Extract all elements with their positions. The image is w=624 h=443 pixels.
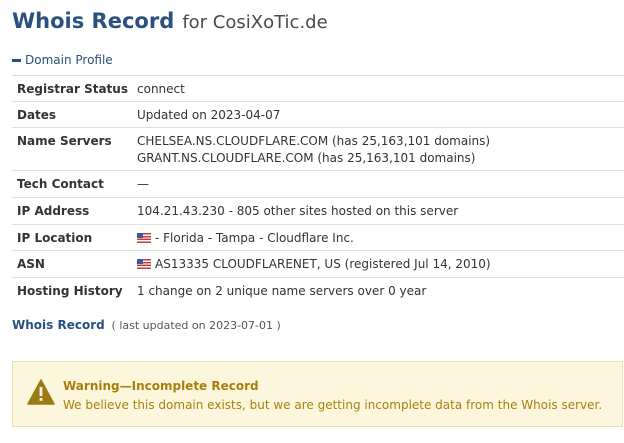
us-flag-icon: [137, 259, 151, 269]
page-title-main: Whois Record: [12, 9, 175, 33]
hosting-history-link[interactable]: 1 change on 2 unique name servers over 0…: [137, 284, 426, 298]
row-label: Registrar Status: [17, 82, 128, 96]
domain-profile-label: Domain Profile: [25, 53, 113, 67]
row-registrar-status: Registrar Status connect: [12, 75, 624, 102]
row-name-servers: Name Servers CHELSEA.NS.CLOUDFLARE.COM (…: [12, 127, 624, 171]
ip-location-text: - Florida - Tampa - Cloudflare Inc.: [155, 231, 354, 245]
row-ip-location: IP Location - Florida - Tampa - Cloudfla…: [12, 224, 624, 251]
ip-address-link[interactable]: 104.21.43.230 - 805 other sites hosted o…: [137, 204, 458, 218]
row-label: ASN: [17, 257, 45, 271]
row-asn: ASN AS13335 CLOUDFLARENET, US (registere…: [12, 250, 624, 278]
row-label: Name Servers: [17, 134, 112, 148]
row-value: CHELSEA.NS.CLOUDFLARE.COM (has 25,163,10…: [137, 133, 490, 167]
row-label: Dates: [17, 108, 57, 122]
row-value: - Florida - Tampa - Cloudflare Inc.: [137, 231, 354, 245]
warning-title: Warning—Incomplete Record: [63, 379, 259, 393]
page-title-domain: for CosiXoTic.de: [182, 12, 328, 33]
row-value: AS13335 CLOUDFLARENET, US (registered Ju…: [137, 257, 491, 271]
row-label: Hosting History: [17, 284, 123, 298]
row-label: IP Address: [17, 204, 90, 218]
row-value: —: [137, 177, 149, 191]
warning-triangle-icon: [27, 379, 55, 405]
whois-record-footer: Whois Record ( last updated on 2023-07-0…: [12, 318, 281, 332]
whois-last-updated: ( last updated on 2023-07-01 ): [111, 319, 281, 332]
row-value: Updated on 2023-04-07: [137, 108, 281, 122]
name-server-1-link[interactable]: CHELSEA.NS.CLOUDFLARE.COM (has 25,163,10…: [137, 133, 490, 150]
warning-box: Warning—Incomplete Record We believe thi…: [12, 361, 623, 427]
row-label: Tech Contact: [17, 177, 104, 191]
row-ip-address: IP Address 104.21.43.230 - 805 other sit…: [12, 197, 624, 225]
warning-message: We believe this domain exists, but we ar…: [63, 398, 603, 412]
domain-profile-toggle[interactable]: Domain Profile: [12, 53, 113, 67]
us-flag-icon: [137, 233, 151, 243]
row-label: IP Location: [17, 231, 93, 245]
row-value: connect: [137, 82, 185, 96]
page-title: Whois Record for CosiXoTic.de: [12, 9, 328, 33]
collapse-icon: [12, 58, 21, 62]
asn-text: AS13335 CLOUDFLARENET, US (registered Ju…: [155, 257, 491, 271]
row-dates: Dates Updated on 2023-04-07: [12, 101, 624, 128]
whois-record-link[interactable]: Whois Record: [12, 318, 105, 332]
row-tech-contact: Tech Contact —: [12, 170, 624, 198]
row-hosting-history: Hosting History 1 change on 2 unique nam…: [12, 277, 624, 305]
name-server-2-link[interactable]: GRANT.NS.CLOUDFLARE.COM (has 25,163,101 …: [137, 150, 490, 167]
